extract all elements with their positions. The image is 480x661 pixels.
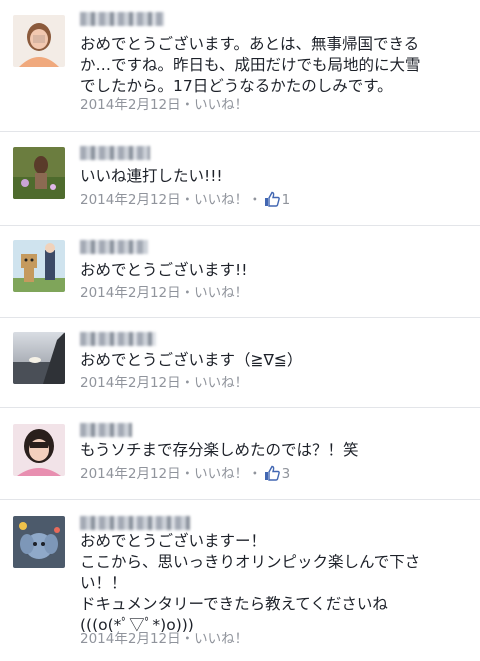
- comment-date: 2014年2月12日: [80, 466, 181, 482]
- comment-item: いいね連打したい!!! 2014年2月12日・いいね！・ 1: [0, 132, 480, 226]
- comment-date: 2014年2月12日: [80, 192, 181, 208]
- avatar[interactable]: [13, 15, 65, 67]
- comment-text: いいね連打したい!!!: [80, 167, 223, 185]
- like-link[interactable]: いいね！: [194, 285, 248, 301]
- commenter-name-blurred[interactable]: [80, 516, 190, 530]
- like-link[interactable]: いいね！: [194, 97, 248, 113]
- meta-separator: ・: [248, 466, 262, 482]
- comment-meta: 2014年2月12日・いいね！・ 3: [80, 465, 290, 483]
- avatar[interactable]: [13, 240, 65, 292]
- comment-item: おめでとうございます。あとは、無事帰国できる か…ですね。昨日も、成田だけでも局…: [0, 0, 480, 132]
- meta-separator: ・: [180, 285, 195, 301]
- commenter-name-blurred[interactable]: [80, 332, 156, 346]
- comment-item: おめでとうございます（≧∇≦） 2014年2月12日・いいね！: [0, 318, 480, 408]
- commenter-name-blurred[interactable]: [80, 240, 148, 254]
- like-link[interactable]: いいね！: [194, 631, 248, 647]
- avatar[interactable]: [13, 147, 65, 199]
- comment-meta: 2014年2月12日・いいね！: [80, 96, 248, 114]
- avatar[interactable]: [13, 516, 65, 568]
- comment-date: 2014年2月12日: [80, 375, 181, 391]
- like-link[interactable]: いいね！: [194, 375, 248, 391]
- comment-text: もうソチまで存分楽しめたのでは？！笑: [80, 441, 359, 459]
- comment-date: 2014年2月12日: [80, 285, 181, 301]
- meta-separator: ・: [180, 631, 195, 647]
- meta-separator: ・: [180, 192, 195, 208]
- meta-separator: ・: [180, 466, 195, 482]
- comment-meta: 2014年2月12日・いいね！: [80, 284, 248, 302]
- comment-text: おめでとうございます。あとは、無事帰国できる か…ですね。昨日も、成田だけでも局…: [80, 35, 421, 95]
- comment-date: 2014年2月12日: [80, 97, 181, 113]
- comment-meta: 2014年2月12日・いいね！: [80, 630, 248, 648]
- meta-separator: ・: [248, 192, 262, 208]
- like-count[interactable]: 3: [282, 466, 291, 482]
- comment-meta: 2014年2月12日・いいね！: [80, 374, 248, 392]
- comment-item: おめでとうございます!! 2014年2月12日・いいね！: [0, 226, 480, 318]
- commenter-name-blurred[interactable]: [80, 423, 132, 437]
- avatar[interactable]: [13, 332, 65, 384]
- thumbs-up-icon: [264, 191, 280, 207]
- commenter-name-blurred[interactable]: [80, 12, 164, 26]
- comment-text: おめでとうございます（≧∇≦）: [80, 351, 303, 369]
- meta-separator: ・: [180, 375, 195, 391]
- comment-item: もうソチまで存分楽しめたのでは？！笑 2014年2月12日・いいね！・ 3: [0, 408, 480, 500]
- commenter-name-blurred[interactable]: [80, 146, 150, 160]
- like-link[interactable]: いいね！: [194, 466, 248, 482]
- like-count[interactable]: 1: [282, 192, 291, 208]
- comment-text: おめでとうございます!!: [80, 261, 248, 279]
- thumbs-up-icon: [264, 465, 280, 481]
- avatar[interactable]: [13, 424, 65, 476]
- comment-meta: 2014年2月12日・いいね！・ 1: [80, 191, 290, 209]
- comment-date: 2014年2月12日: [80, 631, 181, 647]
- comment-text: おめでとうございますー！ ここから、思いっきりオリンピック楽しんで下さ い！！ …: [80, 532, 421, 634]
- comment-item: おめでとうございますー！ ここから、思いっきりオリンピック楽しんで下さ い！！ …: [0, 500, 480, 661]
- meta-separator: ・: [180, 97, 195, 113]
- like-link[interactable]: いいね！: [194, 192, 248, 208]
